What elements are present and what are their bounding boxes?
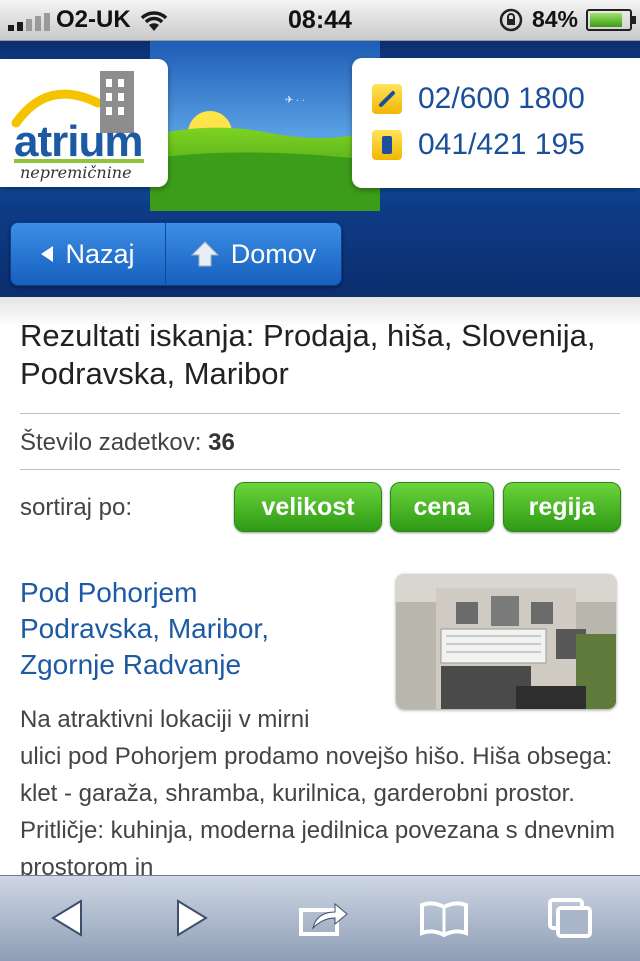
phone-row-landline[interactable]: 02/600 1800 xyxy=(372,82,585,116)
phone-icon xyxy=(372,84,402,114)
mobile-phone-icon xyxy=(372,130,402,160)
results-count: Število zadetkov: 36 xyxy=(20,429,235,457)
share-icon[interactable] xyxy=(293,890,353,946)
back-button[interactable]: Nazaj xyxy=(11,223,166,285)
browser-toolbar xyxy=(0,875,640,961)
phone-row-mobile[interactable]: 041/421 195 xyxy=(372,128,585,162)
battery-percent: 84% xyxy=(531,6,578,32)
bookmarks-icon[interactable] xyxy=(414,890,474,946)
landscape-banner: ✈ ∙ ∙ xyxy=(150,41,380,211)
back-label: Nazaj xyxy=(65,238,135,269)
listing-photo[interactable] xyxy=(396,574,616,709)
home-icon xyxy=(190,241,219,267)
battery-fill xyxy=(590,12,622,27)
back-arrow-icon[interactable] xyxy=(36,890,96,946)
home-label: Domov xyxy=(230,238,317,269)
listing-title-line: Podravska, Maribor, xyxy=(20,613,269,644)
tabs-icon[interactable] xyxy=(540,890,600,946)
divider xyxy=(20,413,620,414)
logo[interactable]: atrium nepremičnine xyxy=(0,59,168,187)
site-header: ✈ ∙ ∙ atrium nepremičnine 02/600 1800 04… xyxy=(0,41,640,211)
rotation-lock-icon xyxy=(499,8,523,31)
results-count-label: Število zadetkov: xyxy=(20,429,202,456)
nav-button-group: Nazaj Domov xyxy=(10,222,342,286)
listing-description-rest: ulici pod Pohorjem prodamo novejšo hišo.… xyxy=(20,743,615,875)
listing-title-line: Zgornje Radvanje xyxy=(20,649,242,680)
home-button[interactable]: Domov xyxy=(166,223,341,285)
listing-title-line: Pod Pohorjem xyxy=(20,577,198,608)
sort-by-size-button[interactable]: velikost xyxy=(234,482,382,532)
back-triangle-icon xyxy=(41,246,54,262)
results-title: Rezultati iskanja: Prodaja, hiša, Sloven… xyxy=(20,318,596,391)
sort-by-region-button[interactable]: regija xyxy=(503,482,621,532)
divider xyxy=(20,469,620,470)
status-right: 84% xyxy=(498,6,636,33)
forward-arrow-icon[interactable] xyxy=(163,890,223,946)
sort-by-price-button[interactable]: cena xyxy=(390,482,494,532)
phone-number-landline[interactable]: 02/600 1800 xyxy=(418,82,585,116)
logo-tagline: nepremičnine xyxy=(20,163,132,182)
results-count-value: 36 xyxy=(208,429,235,456)
search-results: Rezultati iskanja: Prodaja, hiša, Sloven… xyxy=(0,297,640,875)
battery-icon xyxy=(586,8,636,31)
listing-description-start: Na atraktivni lokaciji v mirni xyxy=(20,706,310,733)
phone-number-mobile[interactable]: 041/421 195 xyxy=(418,128,585,162)
status-bar: O2-UK 08:44 84% xyxy=(0,0,640,41)
nav-bar: Nazaj Domov xyxy=(0,211,640,297)
sort-label: sortiraj po: xyxy=(20,494,133,521)
listing-description: Na atraktivni lokaciji v mirni ulici pod… xyxy=(20,701,620,875)
contact-card: 02/600 1800 041/421 195 xyxy=(352,58,640,188)
listing-title-link[interactable]: Pod Pohorjem Podravska, Maribor, Zgornje… xyxy=(20,575,360,683)
svg-text:✈ ∙ ∙: ✈ ∙ ∙ xyxy=(285,95,305,106)
